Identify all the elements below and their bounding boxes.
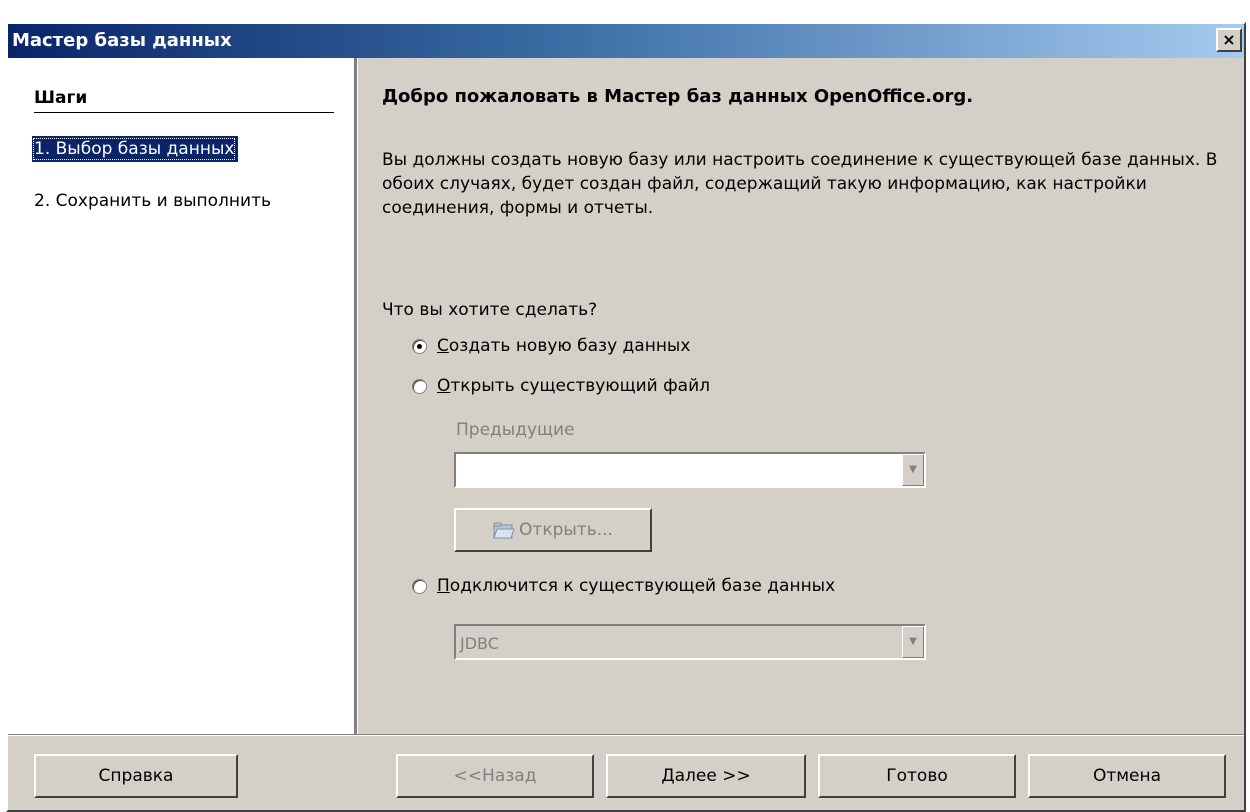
radio-label: Открыть существующий файл	[437, 376, 710, 396]
step-label: 2. Сохранить и выполнить	[34, 191, 272, 211]
recent-files-combobox[interactable]: ▼	[454, 452, 926, 488]
finish-button-label: Готово	[886, 766, 948, 786]
window-title: Мастер базы данных	[12, 30, 232, 51]
dropdown-arrow-icon[interactable]: ▼	[902, 454, 924, 486]
back-button-label: <<Назад	[453, 766, 537, 786]
step-save-and-proceed[interactable]: 2. Сохранить и выполнить	[34, 188, 271, 214]
step-label: 1. Выбор базы данных	[32, 138, 236, 160]
folder-open-icon	[493, 521, 515, 539]
steps-title: Шаги	[34, 88, 88, 108]
database-type-combobox[interactable]: JDBC ▼	[454, 624, 926, 660]
open-file-button[interactable]: Открыть...	[454, 508, 652, 552]
next-button[interactable]: Далее >>	[606, 754, 806, 798]
cancel-button[interactable]: Отмена	[1028, 754, 1226, 798]
back-button[interactable]: <<Назад	[396, 754, 594, 798]
footer-separator	[8, 734, 1244, 736]
title-bar[interactable]: Мастер базы данных ×	[8, 24, 1244, 58]
radio-label: Создать новую базу данных	[437, 336, 691, 356]
radio-button[interactable]	[412, 378, 427, 394]
radio-open-existing[interactable]: Открыть существующий файл	[412, 376, 710, 396]
radio-button-checked[interactable]	[412, 338, 427, 354]
radio-button[interactable]	[412, 578, 427, 594]
finish-button[interactable]: Готово	[818, 754, 1016, 798]
step-select-database[interactable]: 1. Выбор базы данных	[32, 136, 239, 162]
question-label: Что вы хотите сделать?	[382, 300, 598, 320]
steps-underline	[34, 112, 334, 113]
close-button[interactable]: ×	[1216, 28, 1242, 52]
cancel-button-label: Отмена	[1092, 766, 1162, 786]
pane-divider	[354, 58, 358, 734]
open-file-label: Открыть...	[519, 520, 613, 540]
help-button[interactable]: Справка	[34, 754, 238, 798]
recent-label: Предыдущие	[456, 420, 575, 440]
page-description: Вы должны создать новую базу или настрои…	[382, 150, 1218, 218]
close-icon: ×	[1222, 30, 1236, 49]
page-heading: Добро пожаловать в Мастер баз данных Ope…	[382, 86, 974, 107]
radio-create-new[interactable]: Создать новую базу данных	[412, 336, 690, 356]
radio-label: Подключится к существующей базе данных	[437, 576, 836, 596]
help-button-label: Справка	[98, 766, 174, 786]
radio-connect-existing[interactable]: Подключится к существующей базе данных	[412, 576, 835, 596]
next-button-label: Далее >>	[661, 766, 751, 786]
database-type-value: JDBC	[460, 634, 499, 653]
database-wizard-window: Мастер базы данных × Шаги 1. Выбор базы …	[6, 22, 1246, 812]
dropdown-arrow-icon[interactable]: ▼	[902, 626, 924, 658]
